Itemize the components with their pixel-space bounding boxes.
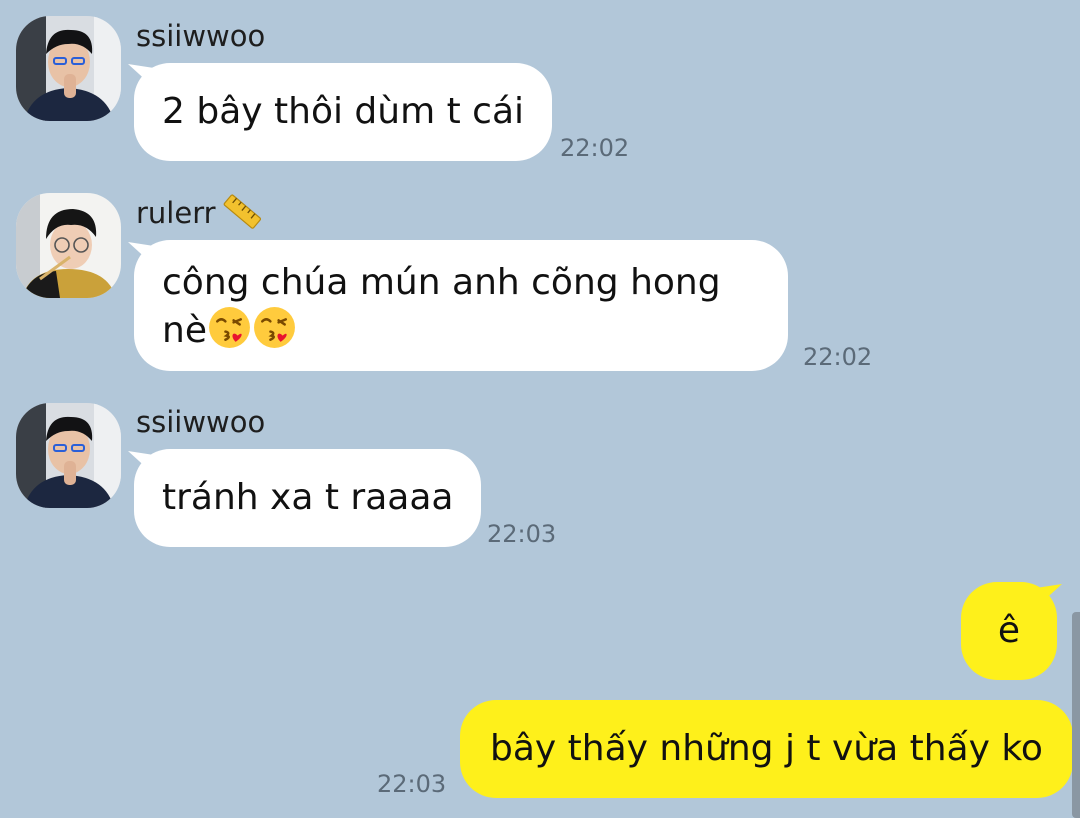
ruler-icon (223, 194, 261, 229)
message-time: 22:02 (803, 343, 873, 371)
message-time: 22:03 (487, 520, 557, 548)
sender-name: ssiiwwoo (136, 19, 266, 53)
sender-name-text: rulerr (136, 196, 216, 230)
avatar-ssiiwwoo[interactable] (16, 403, 121, 508)
message-text: bây thấy những j t vừa thấy ko (490, 728, 1043, 769)
message-text-line-2: nè (162, 305, 760, 353)
message-time: 22:03 (377, 770, 447, 798)
sender-name: rulerr (136, 194, 262, 232)
message-bubble[interactable]: bây thấy những j t vừa thấy ko (460, 700, 1073, 798)
message-bubble[interactable]: ê (961, 582, 1057, 680)
scrollbar[interactable] (1072, 612, 1080, 818)
avatar-ssiiwwoo[interactable] (16, 16, 121, 121)
chat-message-list[interactable]: ssiiwwoo 2 bây thôi dùm t cái 22:02 rule… (0, 0, 1080, 818)
message-time: 22:02 (560, 134, 630, 162)
face-blowing-kiss-icon (254, 307, 295, 348)
message-bubble[interactable]: tránh xa t raaaa (134, 449, 482, 547)
message-text-line-1: công chúa mún anh cõng hong (162, 262, 721, 303)
message-text: 2 bây thôi dùm t cái (162, 91, 525, 132)
message-bubble[interactable]: 2 bây thôi dùm t cái (134, 63, 553, 161)
sender-name: ssiiwwoo (136, 405, 266, 439)
message-bubble[interactable]: công chúa mún anh cõng hong nè (134, 240, 788, 371)
avatar-rulerr[interactable] (16, 193, 121, 298)
message-text: tránh xa t raaaa (162, 477, 454, 518)
face-blowing-kiss-icon (209, 307, 250, 348)
message-text: ê (997, 610, 1021, 651)
message-text-line-2-text: nè (162, 310, 207, 351)
